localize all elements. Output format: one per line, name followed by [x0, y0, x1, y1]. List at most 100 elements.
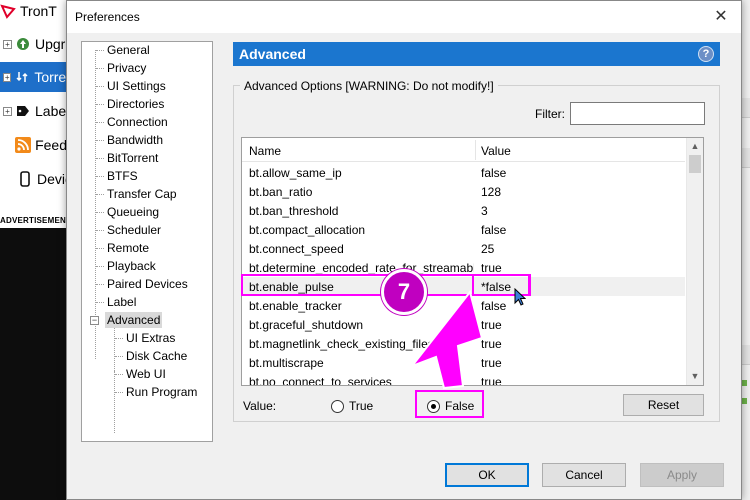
tree-item-privacy[interactable]: Privacy [105, 60, 148, 76]
tree-item-ui-settings[interactable]: UI Settings [105, 78, 168, 94]
list-row[interactable]: bt.graceful_shutdown true [242, 315, 685, 334]
tree-line [96, 122, 104, 123]
row-name: bt.enable_tracker [249, 299, 342, 313]
tree-line [95, 50, 96, 359]
bg-sidebar-item-devices[interactable]: Devic [0, 164, 74, 194]
list-row[interactable]: bt.no_connect_to_services true [242, 372, 685, 386]
tree-item-run-program[interactable]: Run Program [124, 384, 199, 400]
tree-line [96, 230, 104, 231]
tree-item-advanced[interactable]: Advanced [105, 312, 163, 328]
row-value: true [481, 337, 502, 351]
help-icon[interactable]: ? [698, 46, 714, 62]
list-row[interactable]: bt.magnetlink_check_existing_files true [242, 334, 685, 353]
list-row[interactable]: bt.enable_tracker false [242, 296, 685, 315]
device-icon [17, 171, 33, 187]
tree-item-web-ui[interactable]: Web UI [124, 366, 168, 382]
cancel-button[interactable]: Cancel [542, 463, 626, 487]
tree-item-directories[interactable]: Directories [105, 96, 166, 112]
tree-item-general[interactable]: General [105, 42, 152, 58]
filter-input[interactable] [570, 102, 705, 125]
reset-button[interactable]: Reset [623, 394, 704, 416]
tree-item-label[interactable]: Label [105, 294, 138, 310]
tree-item-transfer-cap[interactable]: Transfer Cap [105, 186, 179, 202]
vertical-scrollbar[interactable]: ▲ ▼ [686, 138, 703, 385]
panel-title: Advanced [239, 46, 306, 62]
panel-header: Advanced ? [233, 42, 720, 66]
radio-true-label[interactable]: True [349, 399, 373, 413]
list-row[interactable]: bt.ban_ratio 128 [242, 182, 685, 201]
row-value: 128 [481, 185, 502, 199]
list-row[interactable]: bt.ban_threshold 3 [242, 201, 685, 220]
tron-logo-icon [0, 3, 16, 19]
bg-sidebar-item-label[interactable]: + Label [0, 96, 74, 126]
bg-sidebar-item-tron[interactable]: TronT [0, 0, 74, 26]
row-value: false [481, 223, 507, 237]
apply-button[interactable]: Apply [640, 463, 724, 487]
expand-icon[interactable]: + [3, 72, 12, 82]
tree-line [96, 50, 104, 51]
tree-line [115, 356, 123, 357]
column-header-value[interactable]: Value [481, 144, 511, 158]
row-name: bt.compact_allocation [249, 223, 366, 237]
column-divider[interactable] [475, 140, 476, 160]
bg-sidebar-item-torrents[interactable]: + Torren [0, 62, 74, 92]
row-name: bt.determine_encoded_rate_for_streamable… [249, 261, 474, 275]
dialog-title: Preferences [75, 10, 140, 24]
list-row[interactable]: bt.multiscrape true [242, 353, 685, 372]
radio-true-circle[interactable] [331, 399, 344, 413]
collapse-icon[interactable]: − [90, 316, 99, 325]
tree-line [96, 140, 104, 141]
bg-sidebar-label: TronT [20, 3, 57, 19]
step-badge: 7 [381, 269, 427, 315]
row-value: false [481, 166, 507, 180]
column-header-name[interactable]: Name [249, 144, 281, 158]
row-name: bt.ban_ratio [249, 185, 313, 199]
advanced-options-list: Name Value bt.allow_same_ip false bt.ban_… [241, 137, 704, 386]
tree-line [96, 284, 104, 285]
advertisement-area[interactable] [0, 228, 74, 500]
tree-item-playback[interactable]: Playback [105, 258, 158, 274]
expand-icon[interactable]: + [3, 39, 12, 49]
row-value: 25 [481, 242, 495, 256]
tree-item-connection[interactable]: Connection [105, 114, 170, 130]
tree-item-queueing[interactable]: Queueing [105, 204, 161, 220]
list-row[interactable]: bt.connect_speed 25 [242, 239, 685, 258]
ok-button[interactable]: OK [445, 463, 529, 487]
tree-line [96, 176, 104, 177]
row-name: bt.ban_threshold [249, 204, 339, 218]
label-icon [15, 103, 31, 119]
scroll-down-icon[interactable]: ▼ [687, 368, 703, 385]
row-value: true [481, 261, 502, 275]
title-bar[interactable]: Preferences ✕ [67, 1, 741, 33]
row-value: true [481, 356, 502, 370]
bg-sidebar-label: Label [35, 103, 70, 119]
list-row[interactable]: bt.allow_same_ip false [242, 163, 685, 182]
settings-tree: General Privacy UI Settings Directories … [81, 41, 213, 442]
tree-line [96, 266, 104, 267]
tree-line [96, 158, 104, 159]
scroll-up-icon[interactable]: ▲ [687, 138, 703, 155]
tree-item-bittorrent[interactable]: BitTorrent [105, 150, 160, 166]
tree-item-bandwidth[interactable]: Bandwidth [105, 132, 165, 148]
tree-item-btfs[interactable]: BTFS [105, 168, 140, 184]
upgrade-icon [15, 36, 31, 52]
bg-sidebar-item-upgrade[interactable]: + Upgra [0, 29, 74, 59]
list-row[interactable]: bt.compact_allocation false [242, 220, 685, 239]
value-label: Value: [243, 399, 277, 413]
tree-item-disk-cache[interactable]: Disk Cache [124, 348, 189, 364]
background-sidebar: TronT + Upgra + Torren + Label Feeds Dev… [0, 0, 74, 500]
tree-item-paired-devices[interactable]: Paired Devices [105, 276, 190, 292]
tree-line [96, 104, 104, 105]
row-name: bt.allow_same_ip [249, 166, 342, 180]
row-value: true [481, 375, 502, 386]
tree-item-remote[interactable]: Remote [105, 240, 151, 256]
bg-sidebar-item-feeds[interactable]: Feeds [0, 130, 74, 160]
tree-item-scheduler[interactable]: Scheduler [105, 222, 163, 238]
close-button[interactable]: ✕ [707, 5, 735, 29]
expand-icon[interactable]: + [3, 106, 12, 116]
advertisement-label: ADVERTISEMENT [0, 216, 72, 225]
scroll-thumb[interactable] [689, 155, 701, 173]
tree-line [115, 374, 123, 375]
radio-true[interactable]: True [331, 398, 373, 414]
tree-item-ui-extras[interactable]: UI Extras [124, 330, 177, 346]
